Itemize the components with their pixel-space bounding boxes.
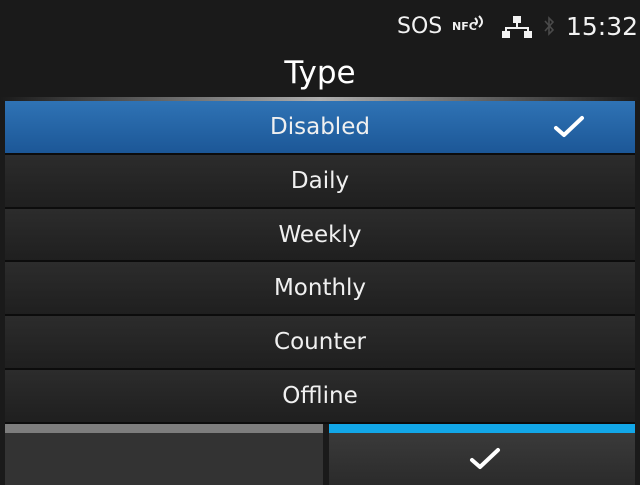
option-offline[interactable]: Offline — [5, 369, 635, 424]
option-label: Weekly — [278, 221, 362, 248]
bluetooth-icon — [544, 16, 555, 36]
option-label: Disabled — [270, 114, 370, 140]
option-monthly[interactable]: Monthly — [5, 262, 635, 317]
network-icon — [502, 16, 532, 38]
option-label: Counter — [274, 329, 366, 356]
option-disabled[interactable]: Disabled — [5, 101, 635, 155]
option-weekly[interactable]: Weekly — [5, 208, 635, 263]
option-daily[interactable]: Daily — [5, 154, 635, 209]
check-icon — [554, 116, 584, 137]
nfc-waves-icon — [474, 15, 483, 28]
confirm-softkey[interactable] — [329, 424, 635, 485]
status-bar: SOS NFC 15:32 — [0, 0, 640, 46]
clock: 15:32 — [566, 12, 639, 41]
softkey-bar — [5, 424, 635, 485]
option-counter[interactable]: Counter — [5, 316, 635, 370]
option-label: Daily — [290, 167, 350, 194]
sos-indicator: SOS — [397, 14, 443, 39]
page-title: Type — [284, 55, 356, 91]
printer-screen: SOS NFC 15:32 Type Disabled Daily Weekly… — [0, 0, 640, 485]
option-label: Monthly — [273, 275, 367, 302]
check-icon — [470, 448, 500, 469]
left-softkey[interactable] — [5, 424, 323, 485]
option-label: Offline — [282, 382, 358, 409]
type-option-list: Disabled Daily Weekly Monthly Counter Of… — [5, 101, 635, 424]
